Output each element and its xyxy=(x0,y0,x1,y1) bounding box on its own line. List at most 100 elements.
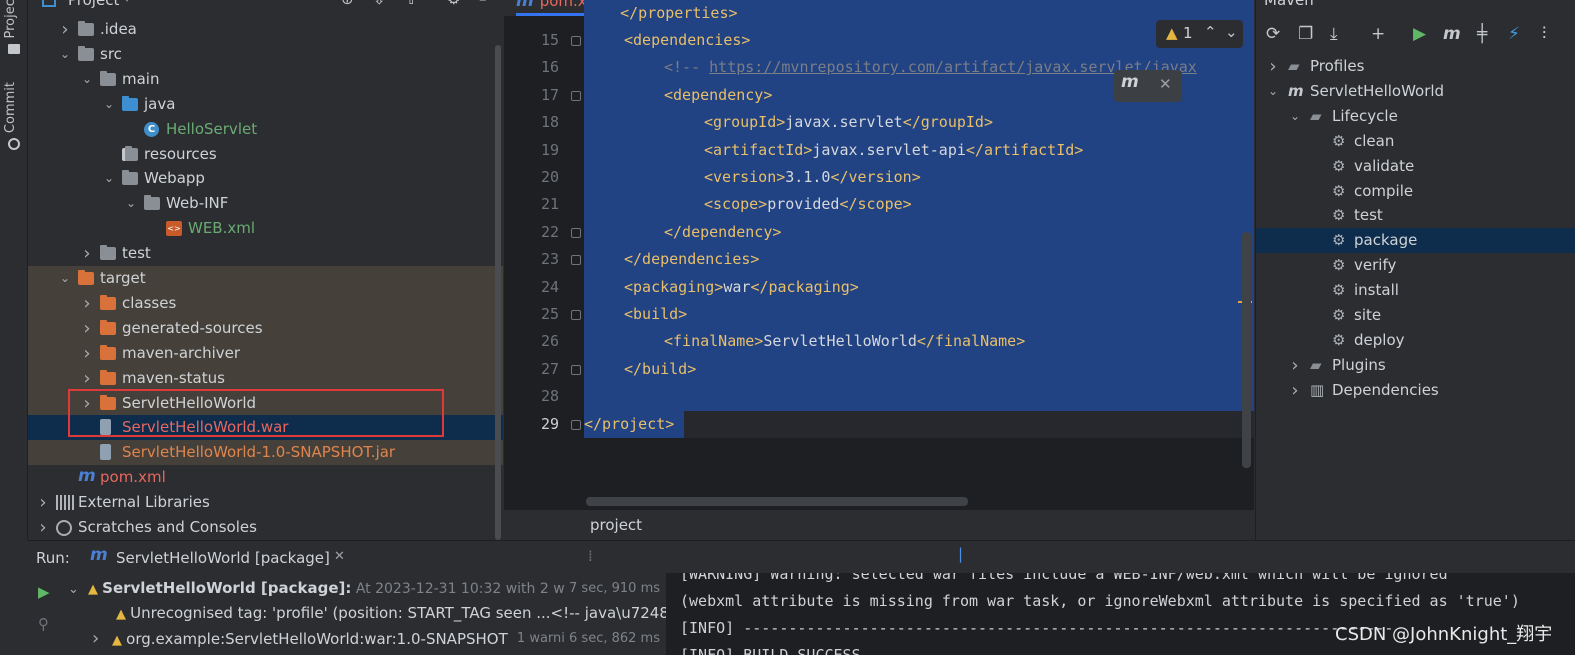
chevron-down-icon[interactable]: ⌄ xyxy=(1266,79,1280,104)
add-icon[interactable]: + xyxy=(1371,24,1385,44)
code-token: </version> xyxy=(830,168,921,186)
gear-icon[interactable]: ⚙ xyxy=(447,0,460,8)
stop-icon[interactable]: ⚲ xyxy=(38,615,49,633)
skip-tests-icon[interactable]: ⚡ xyxy=(1508,24,1520,44)
run-icon[interactable]: ▶ xyxy=(1413,24,1426,44)
tree-row[interactable]: ⌄ Web-INF xyxy=(28,191,503,216)
tree-row[interactable]: <> WEB.xml xyxy=(28,216,503,241)
chevron-right-icon[interactable]: › xyxy=(58,17,72,42)
chevron-down-icon[interactable]: ⌄ xyxy=(1225,23,1238,41)
reload-icon[interactable]: ⟳ xyxy=(1266,24,1280,44)
editor-horizontal-scrollbar[interactable] xyxy=(586,497,968,506)
maven-tree-row[interactable]: ⚙ test xyxy=(1256,203,1575,228)
maven-tree-row[interactable]: ⌄ m ServletHelloWorld xyxy=(1256,79,1575,104)
maven-tree-label: site xyxy=(1354,306,1382,324)
chevron-right-icon[interactable]: › xyxy=(80,241,94,266)
settings-icon[interactable]: ⫶ xyxy=(1542,24,1546,44)
maven-reload-popup[interactable]: m ✕ xyxy=(1114,70,1182,102)
maven-tree-row[interactable]: › ▥ Dependencies xyxy=(1256,378,1575,403)
maven-tree-row[interactable]: ⌄ ▰ Lifecycle xyxy=(1256,104,1575,129)
tree-row[interactable]: ⌄ target xyxy=(28,266,503,291)
chevron-right-icon[interactable]: › xyxy=(36,515,50,540)
maven-tree-row[interactable]: ⚙ package xyxy=(1256,228,1575,254)
chevron-right-icon[interactable]: › xyxy=(80,366,94,391)
maven-tree-row[interactable]: ⚙ clean xyxy=(1256,129,1575,154)
tree-row[interactable]: ⌄ main xyxy=(28,67,503,92)
inspection-widget[interactable]: ▲ 1 ⌃ ⌄ xyxy=(1156,20,1243,48)
commit-tool-tab[interactable]: Commit xyxy=(3,82,18,133)
tree-row[interactable]: ⌄ src xyxy=(28,42,503,67)
chevron-down-icon[interactable]: ⌄ xyxy=(1288,104,1302,129)
download-icon[interactable]: ⤓ xyxy=(1330,24,1338,44)
chevron-down-icon[interactable]: ⌄ xyxy=(102,166,116,191)
toggle-offline-icon[interactable]: ╪ xyxy=(1477,24,1487,44)
chevron-down-icon[interactable]: ⌄ xyxy=(124,191,138,216)
chevron-down-icon[interactable]: ⌄ xyxy=(68,577,88,601)
project-tool-tab[interactable]: Project xyxy=(3,0,18,38)
chevron-right-icon[interactable]: › xyxy=(1266,54,1280,79)
maven-tree-row[interactable]: ⚙ compile xyxy=(1256,179,1575,204)
chevron-up-icon[interactable]: ⌃ xyxy=(1204,23,1217,41)
rerun-icon[interactable]: ▶ xyxy=(38,583,50,601)
chevron-down-icon[interactable]: ⌄ xyxy=(58,266,72,291)
breadcrumb-item[interactable]: project xyxy=(590,516,642,534)
maven-tree-label: Plugins xyxy=(1332,355,1386,374)
collapse-all-icon[interactable]: ⇧ xyxy=(405,0,418,8)
close-icon[interactable]: ✕ xyxy=(334,549,345,564)
maven-reload-icon[interactable]: m xyxy=(1121,72,1139,92)
splitter-handle[interactable]: ⁞ xyxy=(588,547,593,565)
chevron-down-icon[interactable]: ⌄ xyxy=(80,67,94,92)
chevron-down-icon[interactable]: ⌄ xyxy=(102,92,116,117)
tree-row[interactable]: › classes xyxy=(28,290,503,316)
editor-vertical-scrollbar[interactable] xyxy=(1242,232,1251,468)
tree-row[interactable]: C HelloServlet xyxy=(28,117,503,142)
tree-row[interactable]: › test xyxy=(28,241,503,266)
fold-marker-icon[interactable] xyxy=(571,36,581,46)
chevron-down-icon[interactable]: ⌄ xyxy=(58,42,72,67)
chevron-right-icon[interactable]: › xyxy=(92,626,112,651)
tree-row[interactable]: › Scratches and Consoles xyxy=(28,515,503,540)
fold-marker-icon[interactable] xyxy=(571,419,581,430)
chevron-right-icon[interactable]: › xyxy=(80,291,94,316)
chevron-right-icon[interactable]: › xyxy=(36,490,50,515)
tree-row[interactable]: ⌄ java xyxy=(28,92,503,117)
fold-marker-icon[interactable] xyxy=(571,310,581,320)
project-scrollbar[interactable] xyxy=(495,45,501,540)
expand-all-icon[interactable]: ⇩ xyxy=(373,0,386,8)
tree-row[interactable]: › maven-archiver xyxy=(28,340,503,366)
fold-marker-icon[interactable] xyxy=(571,255,581,266)
chevron-down-icon[interactable]: ▾ xyxy=(124,0,130,5)
locate-icon[interactable]: ⊕ xyxy=(341,0,354,8)
tree-row[interactable]: resources xyxy=(28,142,503,167)
maven-tree-row[interactable]: ⚙ install xyxy=(1256,278,1575,303)
maven-tree-row[interactable]: ⚙ verify xyxy=(1256,253,1575,278)
build-tree-row[interactable]: ▲ Unrecognised tag: 'profile' (position:… xyxy=(92,601,666,626)
tree-row[interactable]: › generated-sources xyxy=(28,315,503,341)
line-number: 23 xyxy=(540,250,559,269)
reload-folder-icon[interactable]: ❐ xyxy=(1298,24,1313,44)
maven-tree-row[interactable]: ⚙ validate xyxy=(1256,154,1575,179)
chevron-right-icon[interactable]: › xyxy=(80,341,94,366)
run-tab-servlethelloworld[interactable]: ServletHelloWorld [package] xyxy=(116,549,330,567)
maven-goal-icon[interactable]: m xyxy=(1443,24,1461,44)
tree-row[interactable]: m pom.xml xyxy=(28,465,503,490)
tree-row[interactable]: › External Libraries xyxy=(28,490,503,515)
tree-row[interactable]: › .idea xyxy=(28,17,503,42)
tree-row[interactable]: › maven-status xyxy=(28,365,503,391)
build-tree-row[interactable]: › ▲ org.example:ServletHelloWorld:war:1.0… xyxy=(92,626,666,651)
chevron-right-icon[interactable]: › xyxy=(1288,378,1302,403)
chevron-right-icon[interactable]: › xyxy=(80,316,94,341)
chevron-right-icon[interactable]: › xyxy=(1288,353,1302,378)
tree-row[interactable]: ⌄ Webapp xyxy=(28,166,503,191)
fold-marker-icon[interactable] xyxy=(571,364,581,375)
maven-tree-row[interactable]: ⚙ site xyxy=(1256,303,1575,328)
close-icon[interactable]: ✕ xyxy=(1159,75,1172,93)
minimize-icon[interactable]: – xyxy=(479,0,487,8)
maven-tree-row[interactable]: › ▰ Profiles xyxy=(1256,54,1575,79)
maven-tree-row[interactable]: ⚙ deploy xyxy=(1256,328,1575,353)
maven-tree-row[interactable]: › ▰ Plugins xyxy=(1256,353,1575,378)
fold-marker-icon[interactable] xyxy=(571,90,581,101)
fold-marker-icon[interactable] xyxy=(571,227,581,238)
tree-row[interactable]: ServletHelloWorld-1.0-SNAPSHOT.jar xyxy=(28,440,503,466)
build-tree-row[interactable]: ⌄ ▲ ServletHelloWorld [package]: At 2023-… xyxy=(68,576,666,601)
